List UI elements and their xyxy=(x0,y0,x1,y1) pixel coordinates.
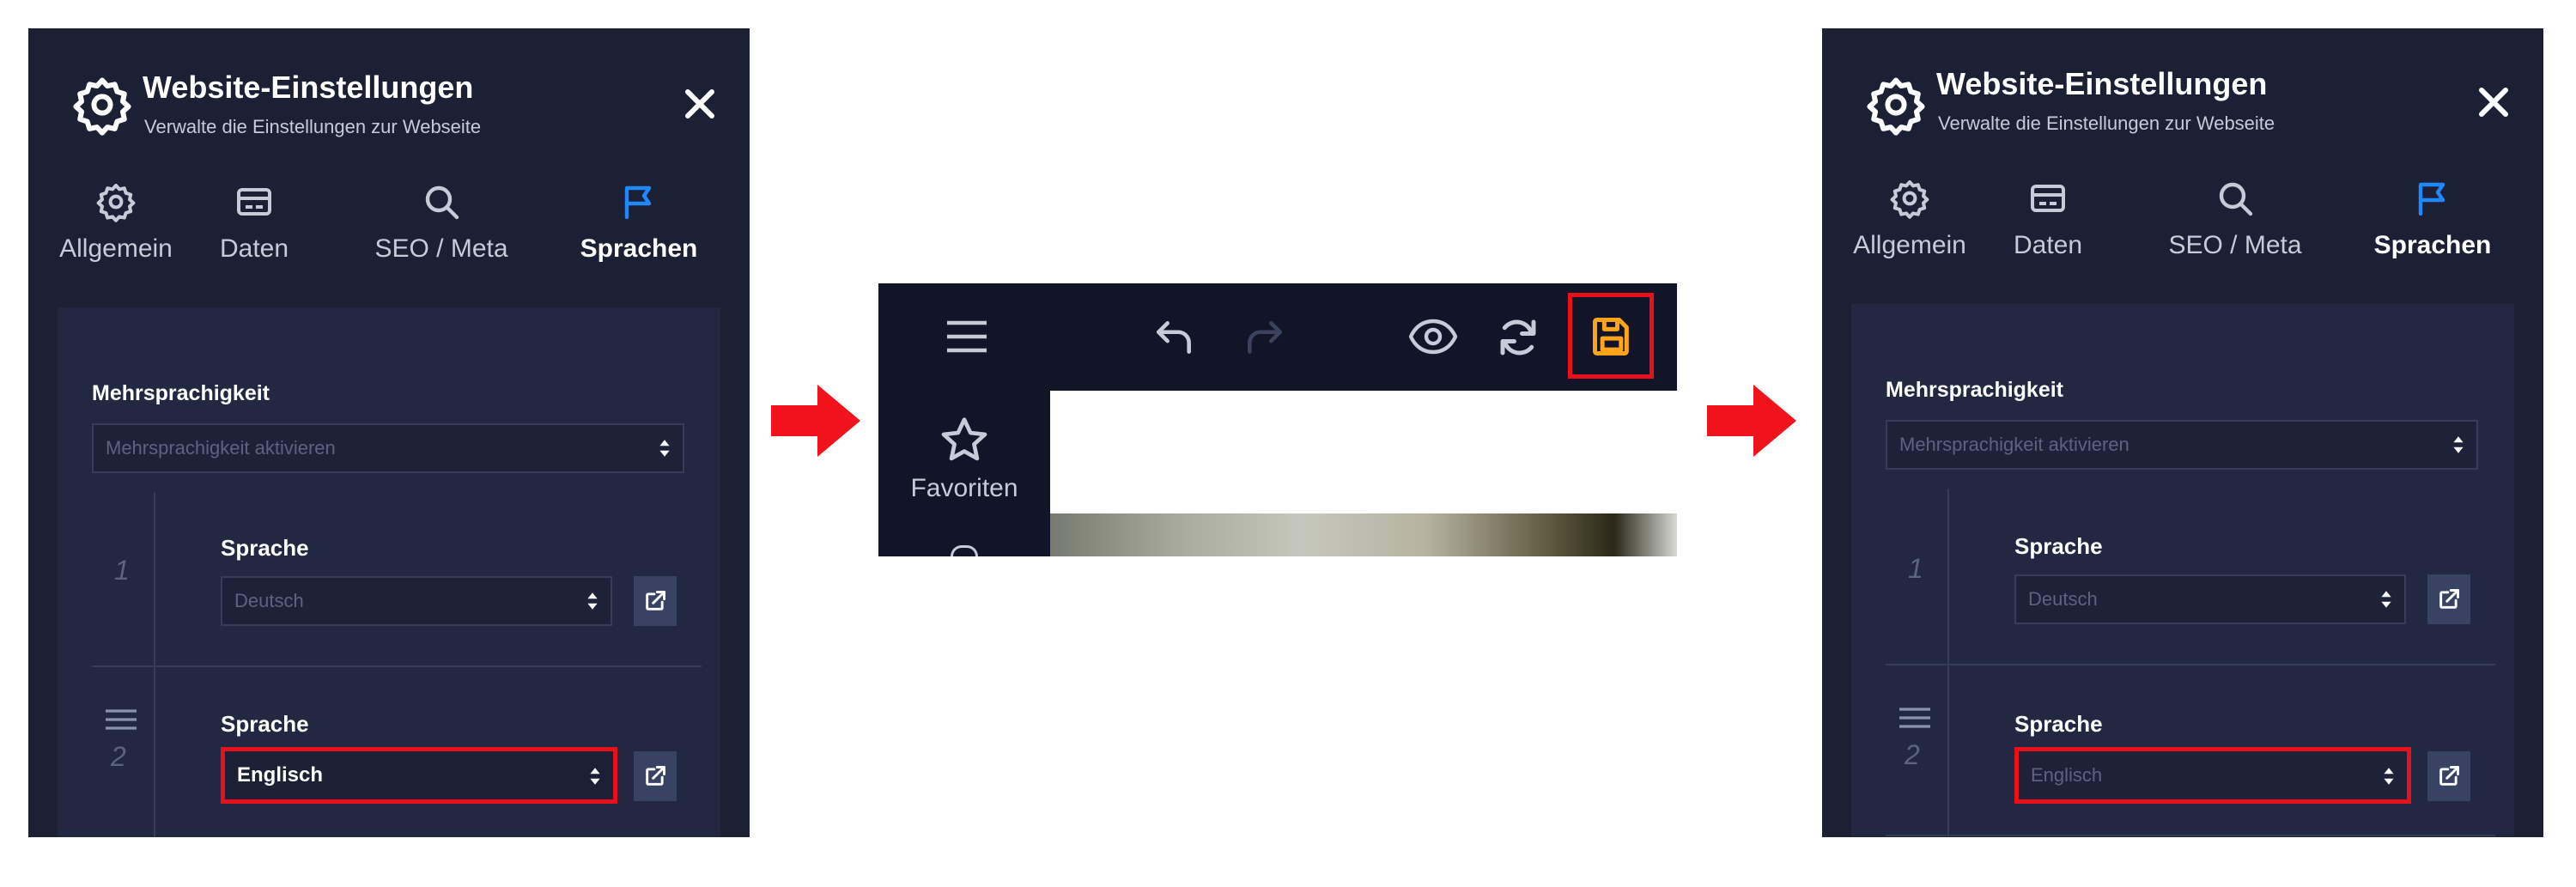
refresh-icon[interactable] xyxy=(1495,314,1541,361)
star-icon xyxy=(941,417,987,461)
gear-icon xyxy=(96,184,136,222)
select-arrow-icon xyxy=(2453,436,2464,453)
tab-sprachen[interactable]: Sprachen xyxy=(566,181,712,276)
close-icon[interactable] xyxy=(683,87,717,121)
tab-label: Sprachen xyxy=(580,234,698,263)
select-arrow-icon xyxy=(2381,591,2391,608)
panel-title: Website-Einstellungen xyxy=(143,70,474,105)
select-arrow-icon xyxy=(2384,768,2394,785)
settings-panel-after: Website-Einstellungen Verwalte die Einst… xyxy=(1822,28,2543,837)
open-external-button[interactable] xyxy=(634,751,677,801)
row-number: 1 xyxy=(1908,553,1923,584)
language-label: Sprache xyxy=(221,535,309,561)
external-link-icon xyxy=(2439,589,2459,609)
select-value: Englisch xyxy=(2031,764,2103,786)
multilang-select[interactable]: Mehrsprachigkeit aktivieren xyxy=(92,423,684,473)
card-icon xyxy=(237,188,271,216)
tab-sprachen[interactable]: Sprachen xyxy=(2360,178,2506,272)
select-value: Englisch xyxy=(237,763,324,787)
language-label: Sprache xyxy=(2014,711,2103,737)
language-settings-section: Mehrsprachigkeit Mehrsprachigkeit aktivi… xyxy=(1851,304,2514,836)
language-label: Sprache xyxy=(221,711,309,737)
section-label: Mehrsprachigkeit xyxy=(92,381,270,405)
language-select-2[interactable]: Englisch xyxy=(221,747,617,804)
next-sidebar-icon xyxy=(951,545,978,556)
page-preview-image xyxy=(1050,513,1677,556)
close-icon[interactable] xyxy=(2476,85,2511,119)
undo-icon[interactable] xyxy=(1153,318,1196,357)
preview-eye-icon[interactable] xyxy=(1409,318,1457,355)
tab-label: Sprachen xyxy=(2373,231,2492,259)
multilang-select[interactable]: Mehrsprachigkeit aktivieren xyxy=(1886,420,2478,470)
external-link-icon xyxy=(646,591,665,611)
search-icon xyxy=(425,185,459,220)
flow-arrow-icon xyxy=(771,385,860,457)
editor-toolbar-crop: Favoriten xyxy=(878,283,1677,556)
top-toolbar xyxy=(878,283,1677,391)
tab-label: SEO / Meta xyxy=(374,234,508,263)
tab-label: SEO / Meta xyxy=(2168,231,2302,259)
panel-title: Website-Einstellungen xyxy=(1936,66,2268,101)
search-icon xyxy=(2219,182,2253,216)
section-label: Mehrsprachigkeit xyxy=(1886,378,2064,402)
tab-label: Daten xyxy=(219,234,289,263)
external-link-icon xyxy=(646,766,665,786)
row-divider xyxy=(1886,835,2495,836)
tab-allgemein[interactable]: Allgemein xyxy=(1837,178,1983,272)
language-settings-section: Mehrsprachigkeit Mehrsprachigkeit aktivi… xyxy=(58,307,720,837)
flow-arrow-icon xyxy=(1707,385,1796,457)
language-label: Sprache xyxy=(2014,533,2103,559)
select-arrow-icon xyxy=(659,440,670,457)
flag-icon xyxy=(2418,182,2445,216)
row-number: 2 xyxy=(1905,739,1920,770)
menu-icon[interactable] xyxy=(945,319,988,354)
select-value: Deutsch xyxy=(234,590,304,611)
language-select-2[interactable]: Englisch xyxy=(2014,747,2411,804)
gear-icon xyxy=(1867,77,1925,136)
tab-label: Allgemein xyxy=(59,234,173,263)
language-select-1[interactable]: Deutsch xyxy=(2014,574,2406,624)
row-divider xyxy=(1886,664,2495,665)
sidebar-item-favoriten[interactable]: Favoriten xyxy=(878,474,1050,503)
open-external-button[interactable] xyxy=(634,576,677,626)
save-highlight-frame xyxy=(1568,293,1654,379)
select-arrow-icon xyxy=(587,592,598,610)
panel-subtitle: Verwalte die Einstellungen zur Webseite xyxy=(144,116,482,137)
language-select-1[interactable]: Deutsch xyxy=(221,576,612,626)
select-value: Mehrsprachigkeit aktivieren xyxy=(1899,434,2129,455)
gear-icon xyxy=(1890,180,1929,219)
row-number: 1 xyxy=(114,555,130,586)
left-sidebar: Favoriten xyxy=(878,391,1050,556)
tab-label: Allgemein xyxy=(1853,231,1966,259)
drag-handle-icon[interactable] xyxy=(104,709,138,730)
external-link-icon xyxy=(2439,766,2459,786)
drag-handle-icon[interactable] xyxy=(1898,708,1932,728)
row-divider-vertical xyxy=(154,492,155,837)
card-icon xyxy=(2031,185,2065,212)
open-external-button[interactable] xyxy=(2427,751,2470,801)
row-divider-vertical xyxy=(1947,489,1949,836)
panel-subtitle: Verwalte die Einstellungen zur Webseite xyxy=(1938,112,2275,134)
redo-icon[interactable] xyxy=(1242,318,1285,357)
row-number: 2 xyxy=(111,741,126,772)
select-arrow-icon xyxy=(590,768,600,785)
select-value: Mehrsprachigkeit aktivieren xyxy=(106,437,336,459)
tab-allgemein[interactable]: Allgemein xyxy=(43,181,189,276)
tab-seo-meta[interactable]: SEO / Meta xyxy=(368,181,514,276)
open-external-button[interactable] xyxy=(2427,574,2470,624)
tab-daten[interactable]: Daten xyxy=(1975,178,2121,272)
gear-icon xyxy=(73,77,131,136)
tab-seo-meta[interactable]: SEO / Meta xyxy=(2162,178,2308,272)
select-value: Deutsch xyxy=(2028,588,2098,610)
row-divider xyxy=(92,665,702,667)
tab-label: Daten xyxy=(2013,231,2083,259)
settings-panel-before: Website-Einstellungen Verwalte die Einst… xyxy=(28,28,750,837)
flag-icon xyxy=(624,185,652,220)
tab-daten[interactable]: Daten xyxy=(181,181,327,276)
